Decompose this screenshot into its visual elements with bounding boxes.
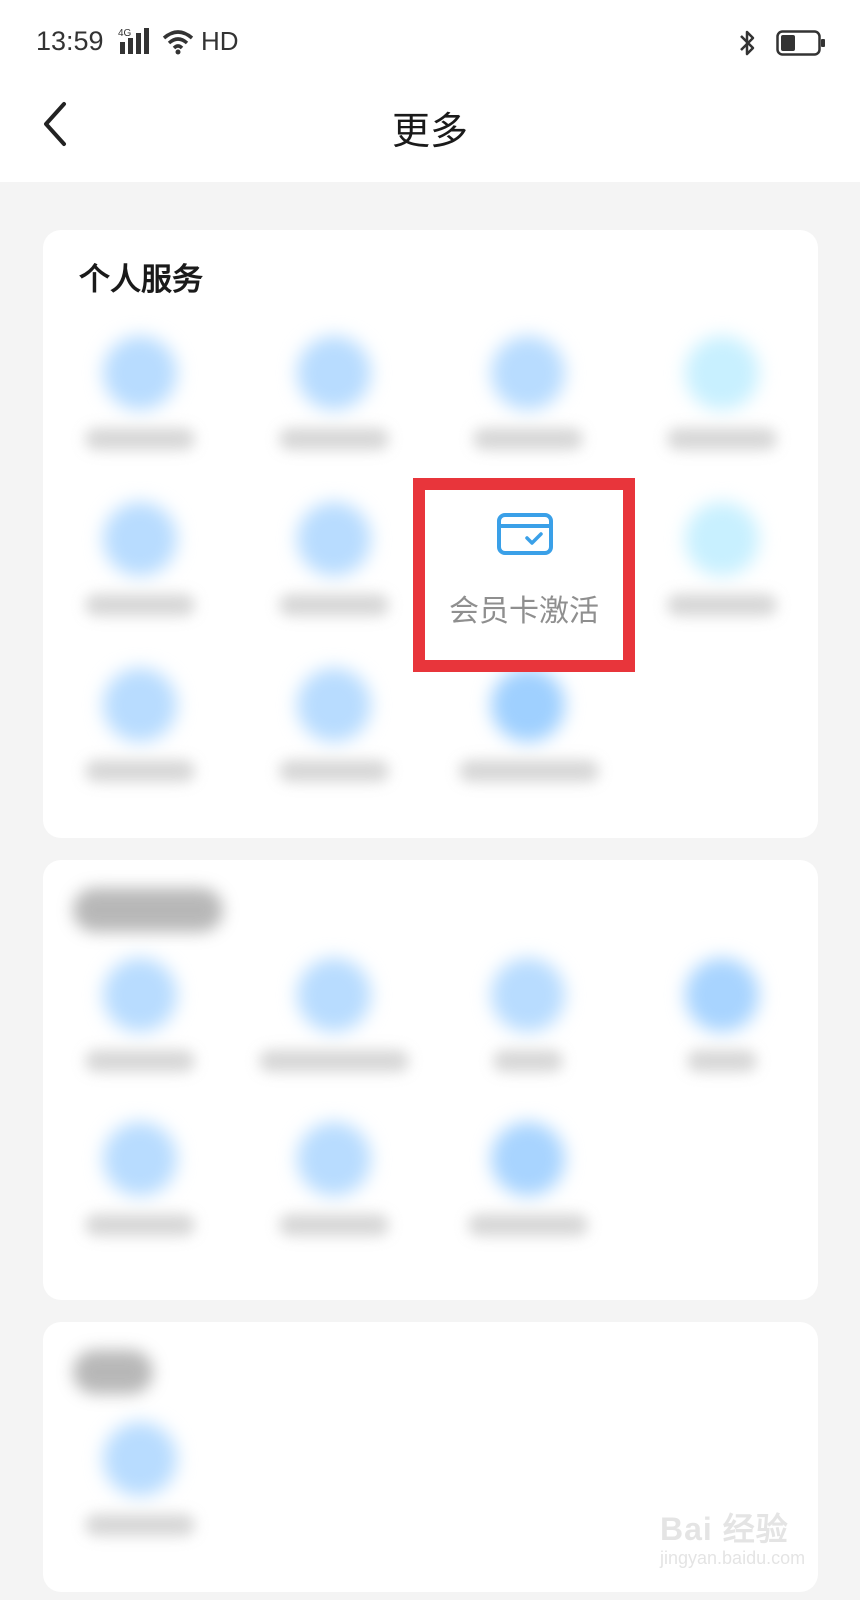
watermark: Bai 经验 jingyan.baidu.com [652,1500,822,1580]
blurred-service-item[interactable] [237,326,431,486]
blurred-service-icon [297,336,371,410]
blurred-section-title [73,888,223,932]
top-bar: 13:59 4G HD 更多 [0,0,860,182]
blurred-service-label [459,760,599,782]
nav-bar: 更多 [0,86,860,182]
blurred-service-icon [297,502,371,576]
blurred-service-label [85,1514,195,1536]
blurred-service-icon [685,502,759,576]
blurred-service-item[interactable] [43,1112,237,1272]
membership-card-icon [497,513,553,555]
status-time: 13:59 [36,26,104,56]
blurred-service-icon [491,1122,565,1196]
section-title-personal-services: 个人服务 [79,262,203,298]
cellular-signal-icon: 4G [118,28,149,54]
blurred-service-icon [103,502,177,576]
blurred-service-icon [103,958,177,1032]
blurred-service-icon [491,958,565,1032]
blurred-service-icon [103,336,177,410]
blurred-service-label [279,594,389,616]
blurred-service-label [85,1214,195,1236]
hd-indicator: HD [201,26,239,56]
blurred-service-icon [685,336,759,410]
blurred-service-label [85,760,195,782]
bluetooth-icon [740,30,755,56]
blurred-service-label [493,1050,563,1072]
blurred-service-item[interactable] [43,658,237,818]
blurred-service-item[interactable] [431,948,625,1108]
blurred-service-label [85,1050,195,1072]
blurred-service-item[interactable] [625,948,819,1108]
blurred-service-item[interactable] [43,948,237,1108]
blurred-service-label [667,428,777,450]
blurred-service-item[interactable] [431,1112,625,1272]
blurred-service-label [279,1214,389,1236]
wifi-icon [162,30,194,55]
status-bar: 13:59 4G HD [0,0,860,86]
blurred-service-item[interactable] [237,492,431,652]
blurred-service-item[interactable] [237,658,431,818]
battery-icon [776,30,825,56]
blurred-service-item[interactable] [625,326,819,486]
blurred-service-icon [297,958,371,1032]
blurred-section-title [73,1350,153,1394]
blurred-service-icon [103,668,177,742]
blurred-service-icon [103,1122,177,1196]
blurred-service-item[interactable] [43,326,237,486]
blurred-service-icon [297,1122,371,1196]
watermark-url: jingyan.baidu.com [660,1548,806,1568]
blurred-service-icon [491,336,565,410]
blurred-service-label [279,760,389,782]
svg-text:4G: 4G [118,28,132,39]
blurred-service-item[interactable] [431,658,625,818]
blurred-service-item[interactable] [43,1412,237,1572]
blurred-service-label [279,428,389,450]
page-title: 更多 [391,109,468,153]
blurred-service-item[interactable] [237,948,431,1108]
blurred-service-label [473,428,583,450]
blurred-service-item[interactable] [431,326,625,486]
blurred-service-icon [103,1422,177,1496]
blurred-service-item[interactable] [43,492,237,652]
blurred-service-label [468,1214,588,1236]
blurred-service-label [85,428,195,450]
blurred-service-label [667,594,777,616]
blurred-service-label [259,1050,409,1072]
blurred-service-item[interactable] [237,1112,431,1272]
membership-card-activation-label: 会员卡激活 [449,594,599,629]
blurred-service-item[interactable] [625,492,819,652]
watermark-logo: Bai 经验 [660,1511,789,1547]
blurred-service-icon [685,958,759,1032]
blurred-service-label [687,1050,757,1072]
membership-card-activation-button[interactable]: 会员卡激活 [413,478,635,672]
blurred-service-label [85,594,195,616]
blurred-services-card [43,860,818,1300]
blurred-service-icon [297,668,371,742]
blurred-service-icon [491,668,565,742]
